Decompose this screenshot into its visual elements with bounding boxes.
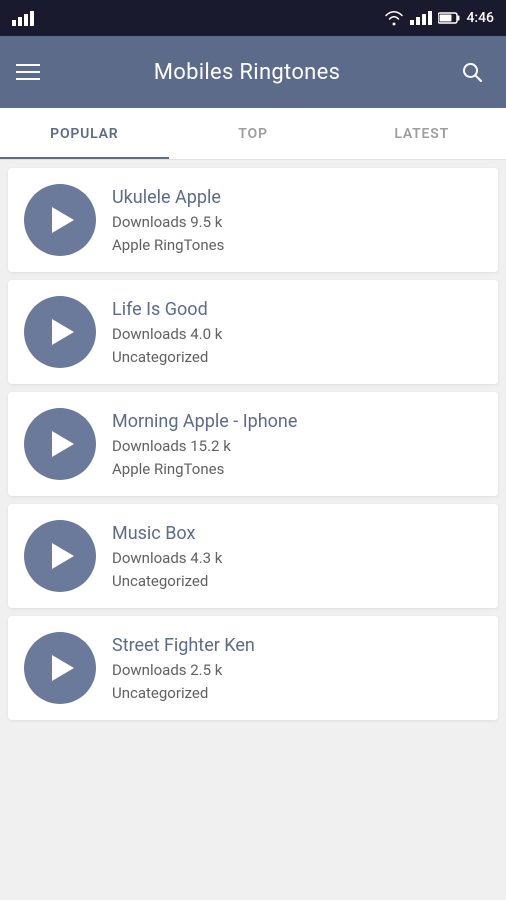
ringtone-title: Morning Apple - Iphone xyxy=(112,411,297,432)
ringtone-item: Life Is Good Downloads 4.0 k Uncategoriz… xyxy=(8,280,498,384)
ringtone-category: Uncategorized xyxy=(112,684,255,702)
ringtone-info: Music Box Downloads 4.3 k Uncategorized xyxy=(112,523,222,590)
play-triangle-icon xyxy=(52,207,74,233)
status-bar: 4:46 xyxy=(0,0,506,36)
ringtone-item: Street Fighter Ken Downloads 2.5 k Uncat… xyxy=(8,616,498,720)
play-triangle-icon xyxy=(52,431,74,457)
battery-icon xyxy=(438,12,460,24)
play-triangle-icon xyxy=(52,319,74,345)
ringtone-downloads: Downloads 9.5 k xyxy=(112,213,224,231)
ringtone-item: Music Box Downloads 4.3 k Uncategorized xyxy=(8,504,498,608)
ringtone-title: Life Is Good xyxy=(112,299,222,320)
ringtone-downloads: Downloads 2.5 k xyxy=(112,661,255,679)
play-button[interactable] xyxy=(24,632,96,704)
ringtone-category: Apple RingTones xyxy=(112,236,224,254)
ringtone-info: Ukulele Apple Downloads 9.5 k Apple Ring… xyxy=(112,187,224,254)
ringtone-downloads: Downloads 4.0 k xyxy=(112,325,222,343)
wifi-icon xyxy=(384,10,404,26)
ringtone-category: Uncategorized xyxy=(112,348,222,366)
play-button[interactable] xyxy=(24,296,96,368)
ringtone-list: Ukulele Apple Downloads 9.5 k Apple Ring… xyxy=(0,160,506,900)
ringtone-title: Music Box xyxy=(112,523,222,544)
ringtone-title: Ukulele Apple xyxy=(112,187,224,208)
ringtone-item: Ukulele Apple Downloads 9.5 k Apple Ring… xyxy=(8,168,498,272)
tab-top[interactable]: TOP xyxy=(169,108,338,159)
tabs: POPULAR TOP LATEST xyxy=(0,108,506,160)
mobile-signal-icon xyxy=(410,11,432,25)
app-bar: Mobiles Ringtones xyxy=(0,36,506,108)
ringtone-info: Life Is Good Downloads 4.0 k Uncategoriz… xyxy=(112,299,222,366)
tab-latest[interactable]: LATEST xyxy=(337,108,506,159)
app-title: Mobiles Ringtones xyxy=(154,60,341,85)
status-bar-left xyxy=(12,11,34,26)
status-bar-right: 4:46 xyxy=(384,10,494,26)
search-button[interactable] xyxy=(454,54,490,90)
play-button[interactable] xyxy=(24,184,96,256)
play-button[interactable] xyxy=(24,408,96,480)
clock: 4:46 xyxy=(466,10,494,26)
signal-bars-icon xyxy=(12,11,34,26)
menu-button[interactable] xyxy=(16,64,40,80)
play-button[interactable] xyxy=(24,520,96,592)
search-icon xyxy=(460,60,484,84)
play-triangle-icon xyxy=(52,655,74,681)
ringtone-info: Street Fighter Ken Downloads 2.5 k Uncat… xyxy=(112,635,255,702)
ringtone-downloads: Downloads 15.2 k xyxy=(112,437,297,455)
ringtone-category: Apple RingTones xyxy=(112,460,297,478)
tab-popular[interactable]: POPULAR xyxy=(0,108,169,159)
ringtone-item: Morning Apple - Iphone Downloads 15.2 k … xyxy=(8,392,498,496)
play-triangle-icon xyxy=(52,543,74,569)
ringtone-category: Uncategorized xyxy=(112,572,222,590)
ringtone-downloads: Downloads 4.3 k xyxy=(112,549,222,567)
ringtone-title: Street Fighter Ken xyxy=(112,635,255,656)
ringtone-info: Morning Apple - Iphone Downloads 15.2 k … xyxy=(112,411,297,478)
